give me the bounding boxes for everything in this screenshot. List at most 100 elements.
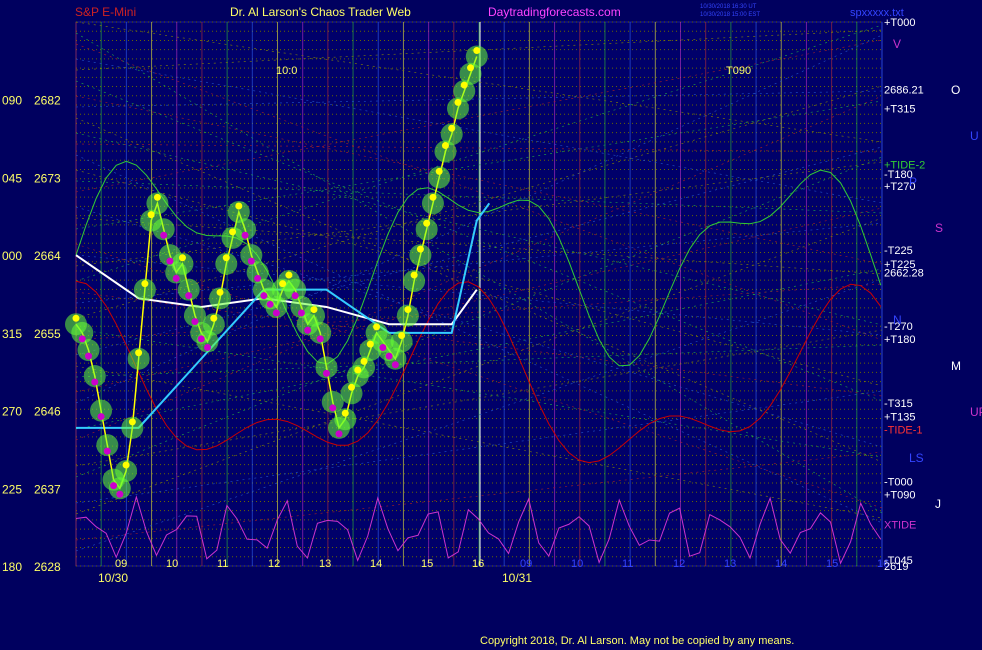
y-tick-angle: 045 bbox=[2, 171, 22, 185]
price-dot bbox=[235, 202, 243, 210]
right-axis-label: -TIDE-1 bbox=[884, 425, 923, 437]
x-tick-day2: 11 bbox=[622, 558, 633, 570]
right-axis-label: 2619 bbox=[884, 561, 908, 573]
y-tick-price: 2646 bbox=[34, 405, 61, 419]
price-dot bbox=[341, 409, 349, 417]
planet-letter: O bbox=[951, 83, 960, 97]
y-tick-price: 2628 bbox=[34, 560, 61, 574]
right-axis-label: -T225 bbox=[884, 245, 913, 257]
right-axis-label: +T090 bbox=[884, 489, 916, 501]
price-chart: 090 2682 045 2673 000 2664 315 2655 270 2646 225 26… bbox=[2, 4, 982, 647]
planet-letter: S bbox=[935, 221, 943, 235]
x-tick-day2: 09 bbox=[520, 558, 532, 570]
price-dot bbox=[166, 257, 174, 265]
y-tick-price: 2637 bbox=[34, 482, 61, 496]
x-tick-day2: 13 bbox=[724, 558, 736, 570]
price-dot bbox=[366, 340, 374, 348]
right-axis-label: +T180 bbox=[884, 334, 916, 346]
price-dot bbox=[404, 306, 412, 314]
price-dot bbox=[266, 300, 274, 308]
price-dot bbox=[178, 254, 186, 262]
chart-instrument: S&P E-Mini bbox=[75, 5, 136, 19]
price-dot bbox=[429, 193, 437, 201]
price-dot bbox=[316, 335, 324, 343]
chart-timestamp-1: 10/30/2018 16:30 UT bbox=[700, 4, 757, 10]
price-dot bbox=[72, 314, 80, 322]
time-marker: T090 bbox=[726, 65, 751, 77]
price-dot bbox=[141, 280, 149, 288]
price-dot bbox=[135, 349, 143, 357]
y-tick-price: 2673 bbox=[34, 171, 61, 185]
price-dot bbox=[473, 47, 481, 55]
y-tick-price: 2655 bbox=[34, 327, 61, 341]
price-dot bbox=[153, 193, 161, 201]
price-dot bbox=[322, 369, 330, 377]
price-dot bbox=[254, 274, 262, 282]
price-dot bbox=[241, 231, 249, 239]
price-dot bbox=[222, 254, 230, 262]
price-dot bbox=[279, 280, 287, 288]
price-dot bbox=[435, 167, 443, 175]
y-tick-angle: 180 bbox=[2, 560, 22, 574]
price-dot bbox=[191, 318, 199, 326]
price-dot bbox=[85, 352, 93, 360]
x-tick-day1: 09 bbox=[115, 558, 127, 570]
price-dot bbox=[423, 219, 431, 227]
chart-url: Daytradingforecasts.com bbox=[488, 5, 621, 19]
y-tick-angle: 315 bbox=[2, 327, 22, 341]
x-tick-day1: 11 bbox=[217, 558, 228, 570]
price-dot bbox=[329, 404, 337, 412]
price-dot bbox=[297, 309, 305, 317]
price-dot bbox=[272, 309, 280, 317]
price-dot bbox=[122, 461, 130, 469]
price-dot bbox=[360, 357, 368, 365]
price-dot bbox=[172, 274, 180, 282]
price-dot bbox=[285, 271, 293, 279]
x-tick-day2: 12 bbox=[673, 558, 685, 570]
x-tick-day1: 13 bbox=[319, 558, 331, 570]
price-dot bbox=[448, 124, 456, 132]
price-dot bbox=[216, 288, 224, 296]
x-tick-day2: 10 bbox=[571, 558, 583, 570]
chart-file-name: spxxxxx.txt bbox=[850, 7, 904, 19]
x-tick-day2: 14 bbox=[775, 558, 787, 570]
price-dot bbox=[185, 292, 193, 300]
price-dot bbox=[441, 142, 449, 150]
price-dot bbox=[116, 490, 124, 498]
y-tick-angle: 270 bbox=[2, 405, 22, 419]
planet-letter: V bbox=[893, 37, 901, 51]
price-dot bbox=[385, 352, 393, 360]
right-axis-label: -T000 bbox=[884, 476, 913, 488]
y-tick-angle: 225 bbox=[2, 482, 22, 496]
planet-letter: M bbox=[951, 359, 961, 373]
price-dot bbox=[291, 292, 299, 300]
price-dot bbox=[78, 335, 86, 343]
right-axis-label: 2686.21 bbox=[884, 84, 924, 96]
x-tick-day1: 14 bbox=[370, 558, 382, 570]
right-axis-label: 2662.28 bbox=[884, 267, 924, 279]
x-tick-day1: 15 bbox=[421, 558, 433, 570]
price-dot bbox=[354, 366, 362, 374]
planet-letter: U bbox=[970, 129, 979, 143]
chart-timestamp-2: 10/30/2018 15:00 EST bbox=[700, 12, 760, 18]
x-tick-day1: 16 bbox=[472, 558, 484, 570]
y-tick-angle: 090 bbox=[2, 94, 22, 108]
price-dot bbox=[373, 323, 381, 331]
price-dot bbox=[91, 378, 99, 386]
price-dot bbox=[210, 314, 218, 322]
price-dot bbox=[391, 361, 399, 369]
y-tick-angle: 000 bbox=[2, 249, 22, 263]
chart-copyright: Copyright 2018, Dr. Al Larson. May not b… bbox=[480, 635, 794, 647]
y-tick-price: 2682 bbox=[34, 94, 61, 108]
right-axis-label: XTIDE bbox=[884, 520, 916, 532]
time-marker: 10:0 bbox=[276, 65, 297, 77]
price-dot bbox=[398, 331, 406, 339]
price-dot bbox=[379, 343, 387, 351]
price-dot bbox=[147, 211, 155, 219]
price-dot bbox=[110, 482, 118, 490]
price-dot bbox=[460, 81, 468, 89]
price-dot bbox=[197, 335, 205, 343]
chart-stage: 090 2682 045 2673 000 2664 315 2655 270 2646 225 26… bbox=[0, 0, 982, 650]
price-dot bbox=[454, 98, 462, 106]
x-tick-day1: 10 bbox=[166, 558, 178, 570]
